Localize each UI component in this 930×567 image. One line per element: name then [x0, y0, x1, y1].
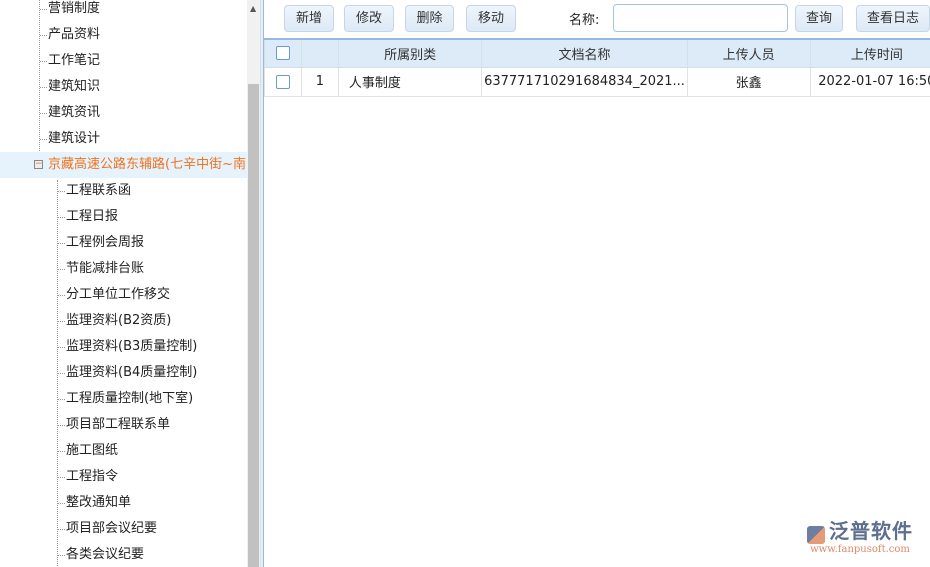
tree-node[interactable]: 项目部会议纪要	[0, 516, 247, 542]
scrollbar-thumb[interactable]	[248, 84, 259, 567]
tree-node[interactable]: 监理资料(B2资质)	[0, 308, 247, 334]
tree-line	[58, 399, 65, 400]
collapse-icon[interactable]: −	[34, 160, 43, 169]
tree-node[interactable]: 施工图纸	[0, 438, 247, 464]
tree-node-label: 建筑知识	[48, 79, 101, 94]
tree-line	[40, 113, 47, 114]
tree-node-label: 产品资料	[48, 27, 101, 42]
search-button[interactable]: 查询	[795, 5, 843, 32]
tree-line	[58, 243, 65, 244]
tree-line	[58, 321, 65, 322]
tree-node[interactable]: 工程质量控制(地下室)	[0, 386, 247, 412]
tree-node-label: 建筑资讯	[48, 105, 101, 120]
table-header: 所属别类 文档名称 上传人员 上传时间	[264, 38, 930, 68]
category-tree: 营销制度产品资料工作笔记建筑知识建筑资讯建筑设计 − 京藏高速公路东辅路(七辛中街~…	[0, 0, 247, 567]
tree-node[interactable]: 产品资料	[0, 22, 247, 48]
tree-node-label: 工程指令	[66, 469, 119, 484]
column-header[interactable]: 上传时间	[809, 38, 930, 68]
tree-node-label: 工作笔记	[48, 53, 101, 68]
tree-line	[40, 35, 47, 36]
tree-line	[40, 61, 47, 62]
tree-node[interactable]: 工程例会周报	[0, 230, 247, 256]
tree-node-label: 监理资料(B4质量控制)	[66, 365, 198, 380]
tree-node[interactable]: 建筑资讯	[0, 100, 247, 126]
tree-node[interactable]: 工程日报	[0, 204, 247, 230]
tree-line	[58, 425, 65, 426]
tree-node-label: 各类会议纪要	[66, 547, 145, 562]
uploader-cell: 张鑫	[686, 66, 811, 97]
tree-line	[58, 373, 65, 374]
tree-node[interactable]: 整改通知单	[0, 490, 247, 516]
tree-line	[40, 87, 47, 88]
document-table: 所属别类 文档名称 上传人员 上传时间 1 人事制度 6377717102916…	[264, 38, 930, 97]
tree-node-label: 监理资料(B2资质)	[66, 313, 172, 328]
logo-icon	[807, 525, 825, 544]
select-all-checkbox[interactable]	[275, 46, 290, 61]
category-cell: 人事制度	[337, 66, 483, 97]
tree-line	[58, 477, 65, 478]
tree-line	[58, 451, 65, 452]
tree-node[interactable]: 建筑设计	[0, 126, 247, 152]
tree-node[interactable]: 监理资料(B4质量控制)	[0, 360, 247, 386]
tree-node-label: 节能减排台账	[66, 261, 145, 276]
tree-line	[58, 191, 65, 192]
tree-node[interactable]: 节能减排台账	[0, 256, 247, 282]
tree-line	[58, 555, 65, 556]
tree-node-label: 整改通知单	[66, 495, 132, 510]
logo-name: 泛普软件	[829, 519, 913, 543]
tree-node[interactable]: 各类会议纪要	[0, 542, 247, 567]
document-panel: 新增 修改 删除 移动 名称: 查询 查看日志 所属别类 文档名称 上传人员 上…	[263, 0, 930, 567]
tree-line	[58, 295, 65, 296]
tree-node-label: 工程质量控制(地下室)	[66, 391, 194, 406]
tree-node[interactable]: 工程联系函	[0, 178, 247, 204]
tree-line	[58, 529, 65, 530]
time-cell: 2022-01-07 16:50	[809, 66, 930, 97]
tree-node[interactable]: − 京藏高速公路东辅路(七辛中街~南	[0, 152, 247, 178]
tree-node-label: 工程例会周报	[66, 235, 145, 250]
move-button[interactable]: 移动	[466, 5, 516, 32]
row-index: 1	[300, 66, 339, 97]
add-button[interactable]: 新增	[284, 5, 334, 32]
tree-node-label: 分工单位工作移交	[66, 287, 171, 302]
tree-line	[58, 269, 65, 270]
tree-node-label: 项目部会议纪要	[66, 521, 158, 536]
tree-node[interactable]: 工程指令	[0, 464, 247, 490]
tree-node[interactable]: 营销制度	[0, 0, 247, 22]
tree-node[interactable]: 建筑知识	[0, 74, 247, 100]
tree-node[interactable]: 监理资料(B3质量控制)	[0, 334, 247, 360]
tree-line	[58, 347, 65, 348]
name-label: 名称:	[569, 13, 600, 28]
tree-node-label: 工程日报	[66, 209, 119, 224]
column-header[interactable]: 所属别类	[337, 38, 483, 68]
tree-node[interactable]: 项目部工程联系单	[0, 412, 247, 438]
tree-node-label: 工程联系函	[66, 183, 132, 198]
tree-line	[40, 139, 47, 140]
table-row[interactable]: 1 人事制度 637771710291684834_2021... 张鑫 202…	[264, 66, 930, 97]
delete-button[interactable]: 删除	[405, 5, 454, 32]
doc-name-cell: 637771710291684834_2021...	[481, 66, 688, 97]
row-checkbox[interactable]	[275, 74, 290, 89]
tree-node-label: 营销制度	[48, 1, 101, 16]
logo-url: www.fanpusoft.com	[810, 544, 910, 555]
edit-button[interactable]: 修改	[344, 5, 394, 32]
tree-node-label: 施工图纸	[66, 443, 119, 458]
view-log-button[interactable]: 查看日志	[856, 5, 930, 32]
tree-line	[58, 217, 65, 218]
tree-line	[40, 9, 47, 10]
tree-node-label: 项目部工程联系单	[66, 417, 171, 432]
fanpusoft-logo: 泛普软件 www.fanpusoft.com	[800, 515, 920, 555]
tree-node-label: 建筑设计	[48, 131, 101, 146]
index-header	[300, 38, 339, 68]
name-search-input[interactable]	[613, 4, 788, 32]
scroll-up-icon[interactable]: ▲	[250, 4, 256, 13]
tree-node[interactable]: 分工单位工作移交	[0, 282, 247, 308]
tree-node-label: 京藏高速公路东辅路(七辛中街~南	[48, 157, 246, 172]
tree-node-label: 监理资料(B3质量控制)	[66, 339, 198, 354]
tree-line	[58, 503, 65, 504]
tree-node[interactable]: 工作笔记	[0, 48, 247, 74]
column-header[interactable]: 上传人员	[686, 38, 811, 68]
column-header[interactable]: 文档名称	[481, 38, 688, 68]
